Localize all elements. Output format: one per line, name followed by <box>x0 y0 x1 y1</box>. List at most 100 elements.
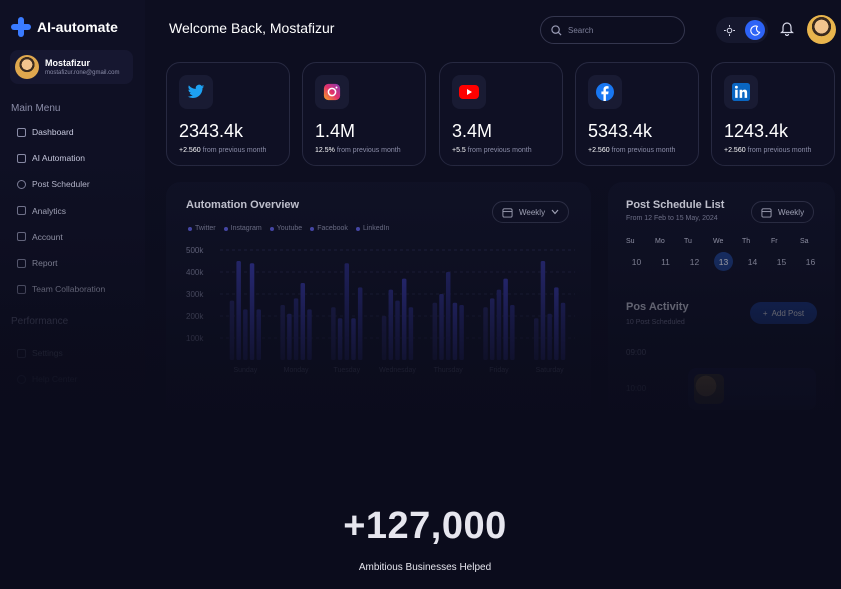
header-avatar[interactable] <box>807 15 836 44</box>
bar[interactable] <box>459 305 464 360</box>
bar[interactable] <box>337 318 343 360</box>
sidebar-item-settings[interactable]: Settings <box>17 340 77 366</box>
stat-card-instagram[interactable]: 1.4M 12.5% from previous month <box>302 62 426 166</box>
bar[interactable] <box>439 294 444 360</box>
sidebar-item-label: Account <box>32 231 63 242</box>
bar[interactable] <box>452 302 458 360</box>
bar[interactable] <box>331 307 336 360</box>
x-tick-label: Thursday <box>434 367 464 374</box>
stat-value: 1.4M <box>315 121 356 141</box>
sidebar-item-report[interactable]: Report <box>17 250 105 276</box>
instagram-icon <box>315 75 349 109</box>
calendar-icon <box>761 207 772 218</box>
date-cell[interactable]: 16 <box>796 252 825 271</box>
sidebar-item-ai-automation[interactable]: AI Automation <box>17 145 105 171</box>
bar[interactable] <box>300 283 306 360</box>
y-tick-label: 300k <box>186 290 204 299</box>
legend-item: Twitter <box>188 225 216 232</box>
bar[interactable] <box>287 313 292 360</box>
gear-icon <box>17 348 26 358</box>
bar[interactable] <box>243 309 248 360</box>
stat-card-youtube[interactable]: 3.4M +5.5 from previous month <box>439 62 563 166</box>
bar[interactable] <box>381 316 387 360</box>
stat-card-twitter[interactable]: 2343.4k +2.560 from previous month <box>166 62 290 166</box>
bar[interactable] <box>445 272 451 360</box>
bar[interactable] <box>357 287 363 360</box>
bar[interactable] <box>256 309 262 360</box>
moon-button[interactable] <box>745 20 765 40</box>
bar[interactable] <box>401 278 407 360</box>
grid-icon <box>17 127 26 137</box>
time-label: 10:00 <box>626 384 647 393</box>
sidebar-item-label: Analytics <box>32 205 67 216</box>
bar[interactable] <box>533 318 539 360</box>
date-cell[interactable]: 11 <box>651 252 680 271</box>
bar[interactable] <box>344 263 350 360</box>
bar[interactable] <box>554 287 559 360</box>
stat-card-linkedin[interactable]: 1243.4k +2.560 from previous month <box>711 62 835 166</box>
theme-toggle[interactable] <box>716 17 768 43</box>
bar[interactable] <box>388 289 394 360</box>
sun-icon[interactable] <box>724 24 735 36</box>
stat-delta: +5.5 from previous month <box>452 147 532 154</box>
bar[interactable] <box>540 261 546 360</box>
profile-card[interactable]: Mostafizur mostafizur.rone@gmail.com <box>10 50 133 84</box>
sidebar: AI-automate Mostafizur mostafizur.rone@g… <box>0 0 145 589</box>
date-cell[interactable]: 10 <box>622 252 651 271</box>
add-post-button[interactable]: + Add Post <box>750 302 817 324</box>
stat-value: 5343.4k <box>588 121 653 141</box>
logo-plus-icon <box>11 17 31 37</box>
bar[interactable] <box>503 278 508 360</box>
bar[interactable] <box>280 305 285 360</box>
bar[interactable] <box>432 302 438 360</box>
weekday-row: Su Mo Tu We Th Fr Sa <box>626 238 829 245</box>
bar[interactable] <box>496 289 502 360</box>
tag-icon <box>17 153 26 163</box>
bar[interactable] <box>293 298 299 360</box>
sidebar-item-account[interactable]: Account <box>17 224 105 250</box>
schedule-title: Post Schedule List <box>626 199 725 211</box>
profile-name: Mostafizur <box>45 58 90 68</box>
app-logo[interactable]: AI-automate <box>11 17 118 37</box>
bar[interactable] <box>351 318 356 360</box>
date-cell-selected[interactable]: 13 <box>709 252 738 271</box>
sidebar-item-help-center[interactable]: Help Center <box>17 366 77 392</box>
bar[interactable] <box>483 307 488 360</box>
dropdown-value: Weekly <box>778 207 805 217</box>
activity-subtitle: 10 Post Scheduled <box>626 319 685 326</box>
headline-number: +127,000 <box>343 505 507 547</box>
overview-range-dropdown[interactable]: Weekly <box>492 201 570 223</box>
bar[interactable] <box>510 305 515 360</box>
sidebar-item-analytics[interactable]: Analytics <box>17 198 105 224</box>
weekday-label: Th <box>742 238 751 245</box>
search-input[interactable] <box>568 25 668 35</box>
profile-email: mostafizur.rone@gmail.com <box>45 70 120 76</box>
x-tick-label: Sunday <box>233 367 257 374</box>
sidebar-item-dashboard[interactable]: Dashboard <box>17 119 105 145</box>
stat-card-facebook[interactable]: 5343.4k +2.560 from previous month <box>575 62 699 166</box>
schedule-range-dropdown[interactable]: Weekly <box>751 201 815 223</box>
sidebar-item-label: Settings <box>32 348 63 359</box>
performance-menu: Settings Help Center <box>17 340 77 392</box>
bar[interactable] <box>249 263 255 360</box>
sidebar-item-post-scheduler[interactable]: Post Scheduler <box>17 171 105 197</box>
bar[interactable] <box>408 307 414 360</box>
date-cell[interactable]: 15 <box>767 252 796 271</box>
date-cell[interactable]: 14 <box>738 252 767 271</box>
bar[interactable] <box>547 313 552 360</box>
date-cell[interactable]: 12 <box>680 252 709 271</box>
main-menu-heading: Main Menu <box>11 103 61 114</box>
bar[interactable] <box>229 300 235 360</box>
stat-delta: +2.560 from previous month <box>588 147 676 154</box>
bar[interactable] <box>395 300 400 360</box>
bar[interactable] <box>236 261 241 360</box>
sidebar-item-team-collaboration[interactable]: Team Collaboration <box>17 276 105 302</box>
legend-dot <box>355 226 360 231</box>
bar[interactable] <box>560 302 566 360</box>
search-box[interactable] <box>540 16 685 44</box>
y-tick-label: 500k <box>186 246 204 255</box>
bar[interactable] <box>489 298 495 360</box>
dashboard-app: AI-automate Mostafizur mostafizur.rone@g… <box>0 0 841 589</box>
bar[interactable] <box>307 309 312 360</box>
bell-icon[interactable] <box>780 21 794 36</box>
